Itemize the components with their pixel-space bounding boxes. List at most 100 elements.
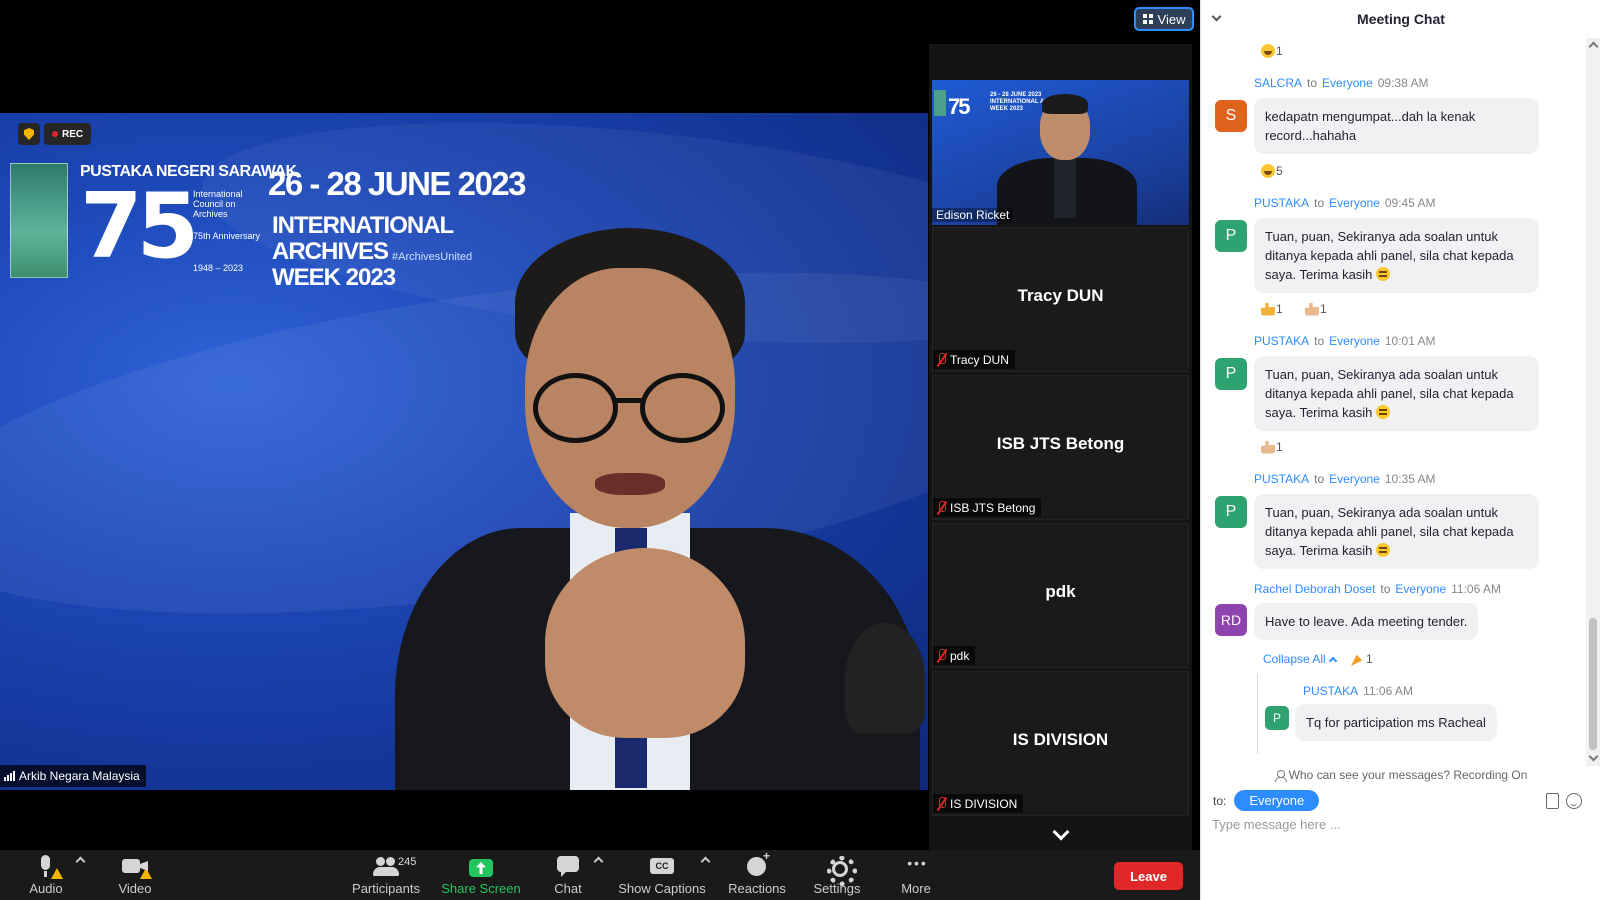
collapse-all-button[interactable]: Collapse All <box>1263 652 1337 666</box>
participant-tile[interactable]: pdk pdk <box>932 523 1189 668</box>
chat-header: Meeting Chat <box>1201 0 1600 38</box>
tile-label-text: ISB JTS Betong <box>950 500 1036 515</box>
chat-label: Chat <box>554 881 582 896</box>
participant-tile[interactable]: ISB JTS Betong ISB JTS Betong <box>932 375 1189 520</box>
message-line: Tuan, puan, Sekiranya ada soalan untuk <box>1265 505 1498 520</box>
message-sender[interactable]: PUSTAKA <box>1254 472 1309 486</box>
reply-bubble[interactable]: Tq for participation ms Racheal <box>1295 704 1497 741</box>
collapse-all-label: Collapse All <box>1263 652 1326 666</box>
avatar: P <box>1215 220 1247 252</box>
share-screen-icon <box>469 859 493 877</box>
message-sender[interactable]: Rachel Deborah Doset <box>1254 582 1375 596</box>
chat-icon <box>555 855 581 877</box>
participant-hair <box>1042 94 1088 114</box>
speaker-person <box>395 228 920 790</box>
mouth <box>595 473 665 495</box>
leave-button[interactable]: Leave <box>1114 862 1183 890</box>
participant-tile[interactable]: IS DIVISION IS DIVISION <box>932 671 1189 816</box>
security-badge[interactable] <box>18 123 40 145</box>
message-line: ditanya kepada ahli panel, sila chat kep… <box>1265 386 1514 401</box>
message-recipient: Everyone <box>1395 582 1447 596</box>
avatar: P <box>1215 496 1247 528</box>
message-line: saya. Terima kasih <box>1265 265 1528 284</box>
active-speaker-video: PUSTAKA NEGERI SARAWAK 75 International … <box>0 113 928 790</box>
message-reaction[interactable]: 1 <box>1261 302 1283 316</box>
grin-emoji-icon <box>1261 164 1275 178</box>
warning-icon <box>51 868 63 879</box>
reactions-label: Reactions <box>728 881 786 896</box>
scrollbar-thumb[interactable] <box>1589 618 1597 750</box>
meeting-toolbar: Audio Video Participants 245 Share Scree… <box>0 849 1200 900</box>
thumbs-up-icon <box>1261 302 1275 316</box>
thread-line <box>1257 674 1258 754</box>
message-line: kedapatn mengumpat...dah la kenak <box>1265 109 1476 124</box>
participant-tile[interactable]: Tracy DUN Tracy DUN <box>932 227 1189 372</box>
more-button[interactable]: More <box>898 850 934 900</box>
chevron-up-icon[interactable] <box>1588 40 1598 48</box>
rec-label: REC <box>62 128 84 140</box>
message-reaction[interactable]: 1 <box>1261 440 1283 454</box>
shield-icon <box>24 128 34 140</box>
avatar: P <box>1265 706 1289 730</box>
mic-muted-icon <box>936 649 946 662</box>
message-line-text: saya. Terima kasih <box>1265 405 1373 420</box>
file-icon[interactable] <box>1546 793 1559 809</box>
message-line-text: saya. Terima kasih <box>1265 543 1373 558</box>
banner-dates: 26 - 28 JUNE 2023 <box>268 165 527 202</box>
reply-header: PUSTAKA 11:06 AM <box>1303 684 1413 698</box>
tile-label-text: IS DIVISION <box>950 796 1018 811</box>
message-line: record...hahaha <box>1265 128 1357 143</box>
audio-options-caret[interactable] <box>75 856 86 867</box>
message-reaction[interactable]: 1 <box>1305 302 1327 316</box>
view-button[interactable]: View <box>1134 7 1194 31</box>
message-reaction[interactable]: 1 <box>1261 44 1283 58</box>
chat-button[interactable]: Chat <box>552 850 584 900</box>
message-bubble[interactable]: kedapatn mengumpat...dah la kenak record… <box>1254 98 1539 154</box>
speaker-name: Arkib Negara Malaysia <box>19 769 140 783</box>
settings-button[interactable]: Settings <box>811 850 863 900</box>
person-icon <box>1274 769 1287 782</box>
reactions-button[interactable]: Reactions <box>727 849 787 900</box>
message-bubble[interactable]: Tuan, puan, Sekiranya ada soalan untuk d… <box>1254 494 1539 569</box>
message-to: to <box>1314 472 1325 486</box>
audio-button[interactable]: Audio <box>28 850 64 900</box>
participant-tile-video[interactable]: 75 26 - 28 JUNE 2023 INTERNATIONAL ARCHI… <box>932 80 1189 225</box>
show-captions-button[interactable]: CC Show Captions <box>618 850 706 900</box>
message-sender[interactable]: SALCRA <box>1254 76 1302 90</box>
warning-icon <box>140 868 152 879</box>
banner-small-2: 75th Anniversary <box>193 231 261 241</box>
gallery-scroll-down[interactable] <box>929 820 1192 850</box>
chat-options-caret[interactable] <box>593 856 604 867</box>
message-line: saya. Terima kasih <box>1265 541 1528 560</box>
video-button[interactable]: Video <box>115 850 155 900</box>
visibility-note[interactable]: Who can see your messages? Recording On <box>1201 768 1600 782</box>
message-sender[interactable]: PUSTAKA <box>1254 334 1309 348</box>
message-reaction[interactable]: 1 <box>1351 652 1373 666</box>
share-screen-button[interactable]: Share Screen <box>441 850 521 900</box>
message-bubble[interactable]: Tuan, puan, Sekiranya ada soalan untuk d… <box>1254 356 1539 431</box>
video-label: Video <box>118 881 152 896</box>
message-reaction[interactable]: 5 <box>1261 164 1283 178</box>
smile-emoji-icon <box>1376 543 1391 557</box>
message-bubble[interactable]: Tuan, puan, Sekiranya ada soalan untuk d… <box>1254 218 1539 293</box>
show-captions-label: Show Captions <box>618 881 706 896</box>
mini-75: 75 <box>948 94 971 119</box>
reply-sender[interactable]: PUSTAKA <box>1303 684 1358 698</box>
message-header: Rachel Deborah Doset to Everyone 11:06 A… <box>1254 582 1501 596</box>
zoom-window: View PUSTAKA NEGERI SARAWAK 75 Internati… <box>0 0 1600 900</box>
microphone-icon <box>33 855 63 879</box>
chevron-down-icon[interactable] <box>1588 754 1598 762</box>
chevron-down-icon[interactable] <box>1211 11 1222 22</box>
message-sender[interactable]: PUSTAKA <box>1254 196 1309 210</box>
message-to: to <box>1314 334 1325 348</box>
view-button-label: View <box>1157 11 1186 27</box>
recipient-selector[interactable]: Everyone <box>1234 790 1320 811</box>
speaker-name-tag: Arkib Negara Malaysia <box>0 765 146 787</box>
avatar: S <box>1215 100 1247 132</box>
banner-small-3: 1948 – 2023 <box>193 263 244 273</box>
message-bubble[interactable]: Have to leave. Ada meeting tender. <box>1254 603 1479 640</box>
emoji-icon[interactable] <box>1566 793 1582 809</box>
rec-badge[interactable]: REC <box>44 123 92 145</box>
chat-message-input[interactable] <box>1212 812 1582 836</box>
message-line: Have to leave. Ada meeting tender. <box>1265 614 1468 629</box>
